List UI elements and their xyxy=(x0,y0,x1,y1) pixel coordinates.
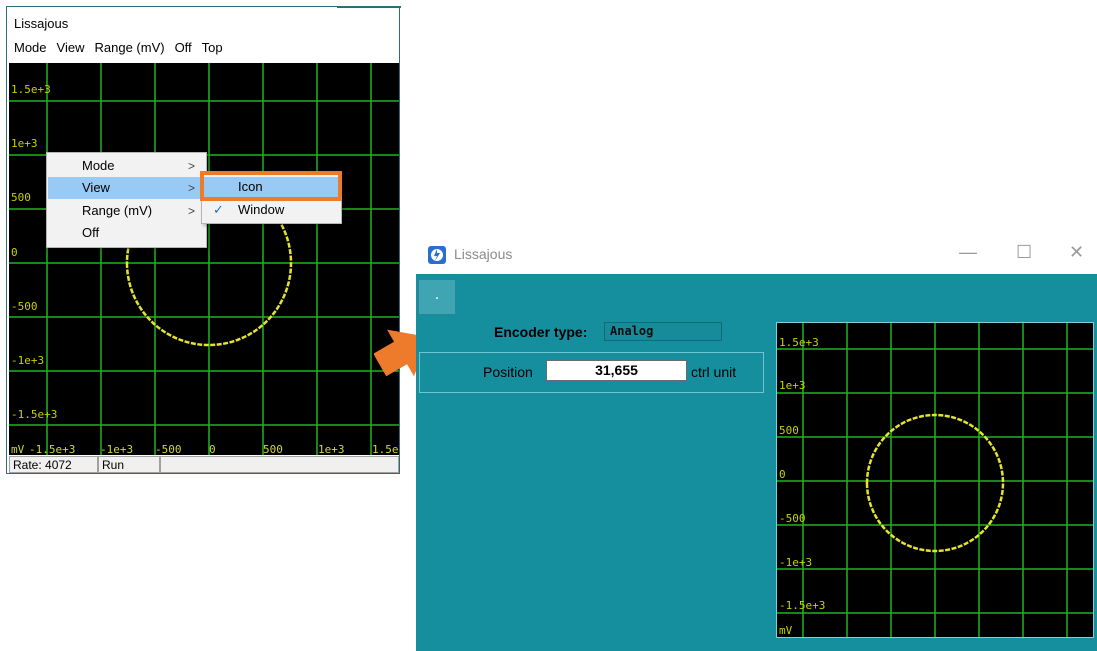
minimize-icon[interactable]: — xyxy=(959,242,977,263)
y-label: 500 xyxy=(11,191,31,204)
menu-mode[interactable]: Mode xyxy=(14,40,47,58)
context-item-view[interactable]: View > xyxy=(48,177,205,199)
y-label: 1.5e+3 xyxy=(11,83,51,96)
chevron-right-icon: > xyxy=(188,159,196,173)
position-field[interactable]: 31,655 xyxy=(546,360,687,381)
y-label: -1.5e+3 xyxy=(779,599,825,612)
y-axis-labels: 1.5e+3 1e+3 500 0 -500 -1e+3 -1.5e+3 mV xyxy=(779,336,825,637)
y-label: 500 xyxy=(779,424,799,437)
y-label: -1e+3 xyxy=(11,354,44,367)
x-label: -500 xyxy=(155,443,182,455)
close-icon[interactable]: ✕ xyxy=(1069,242,1084,263)
context-item-range[interactable]: Range (mV) > xyxy=(48,200,205,222)
title-bar: Lissajous — ☐ ✕ xyxy=(416,236,1097,274)
icon-item-highlight-box xyxy=(200,171,342,201)
y-label: -500 xyxy=(11,300,38,313)
y-label: 0 xyxy=(11,246,18,259)
lissajous-window-icon-view: Lissajous — ☐ ✕ . Encoder type: Analog P… xyxy=(416,236,1097,651)
checkmark-icon: ✓ xyxy=(213,202,224,217)
x-label: 1.5e xyxy=(372,443,399,455)
x-label: -1e+3 xyxy=(100,443,133,455)
plot-grid xyxy=(777,323,1093,637)
window-title: Lissajous xyxy=(14,16,69,31)
window-title: Lissajous xyxy=(454,246,513,262)
chevron-right-icon: > xyxy=(188,181,196,195)
x-label: 0 xyxy=(209,443,216,455)
submenu-item-window[interactable]: ✓ Window xyxy=(204,200,339,220)
x-label: 500 xyxy=(263,443,283,455)
encoder-type-value: Analog xyxy=(604,322,722,341)
toolbar-button[interactable]: . xyxy=(418,279,456,315)
y-label: 0 xyxy=(779,468,786,481)
y-label: -500 xyxy=(779,512,806,525)
submenu-item-label: Window xyxy=(238,202,285,217)
menu-bar: Mode View Range (mV) Off Top xyxy=(14,40,233,58)
context-item-label: Mode xyxy=(82,158,115,173)
menu-top[interactable]: Top xyxy=(202,40,223,58)
lissajous-plot[interactable]: 1.5e+3 1e+3 500 0 -500 -1e+3 -1.5e+3 mV xyxy=(776,322,1094,638)
menu-range[interactable]: Range (mV) xyxy=(94,40,164,58)
window-accent-border xyxy=(337,6,401,8)
status-bar: Rate: 4072 Run xyxy=(9,456,399,473)
x-axis-labels: mV -1.5e+3 -1e+3 -500 0 500 1e+3 1.5e xyxy=(11,443,399,455)
menu-off[interactable]: Off xyxy=(175,40,192,58)
y-label: 1.5e+3 xyxy=(779,336,819,349)
menu-view[interactable]: View xyxy=(57,40,85,58)
x-label: mV xyxy=(11,443,25,455)
context-item-label: View xyxy=(82,180,110,195)
position-unit-label: ctrl unit xyxy=(691,364,737,380)
context-item-mode[interactable]: Mode > xyxy=(48,155,205,177)
status-rate: Rate: 4072 xyxy=(9,456,98,473)
lissajous-app-icon xyxy=(428,246,446,264)
plot-canvas: 1.5e+3 1e+3 500 0 -500 -1e+3 -1.5e+3 mV xyxy=(777,323,1093,637)
position-label: Position xyxy=(483,364,533,380)
plot-canvas: 1.5e+3 1e+3 500 0 -500 -1e+3 -1.5e+3 mV … xyxy=(9,63,399,455)
plot-grid xyxy=(9,63,399,455)
y-label: 1e+3 xyxy=(11,137,38,150)
encoder-type-label: Encoder type: xyxy=(494,324,588,340)
status-run: Run xyxy=(98,456,160,473)
y-label: -1e+3 xyxy=(779,556,812,569)
status-empty xyxy=(160,456,399,473)
x-label: 1e+3 xyxy=(318,443,345,455)
y-label: -1.5e+3 xyxy=(11,408,57,421)
chevron-right-icon: > xyxy=(188,204,196,218)
lissajous-plot[interactable]: 1.5e+3 1e+3 500 0 -500 -1e+3 -1.5e+3 mV … xyxy=(9,63,399,455)
y-label: 1e+3 xyxy=(779,379,806,392)
context-item-label: Off xyxy=(82,225,100,240)
maximize-icon[interactable]: ☐ xyxy=(1016,242,1032,263)
y-label: mV xyxy=(779,624,793,637)
context-menu: Mode > View > Range (mV) > Off xyxy=(46,152,207,248)
context-item-label: Range (mV) xyxy=(82,203,153,218)
context-item-off[interactable]: Off xyxy=(48,222,205,244)
x-label: -1.5e+3 xyxy=(29,443,75,455)
